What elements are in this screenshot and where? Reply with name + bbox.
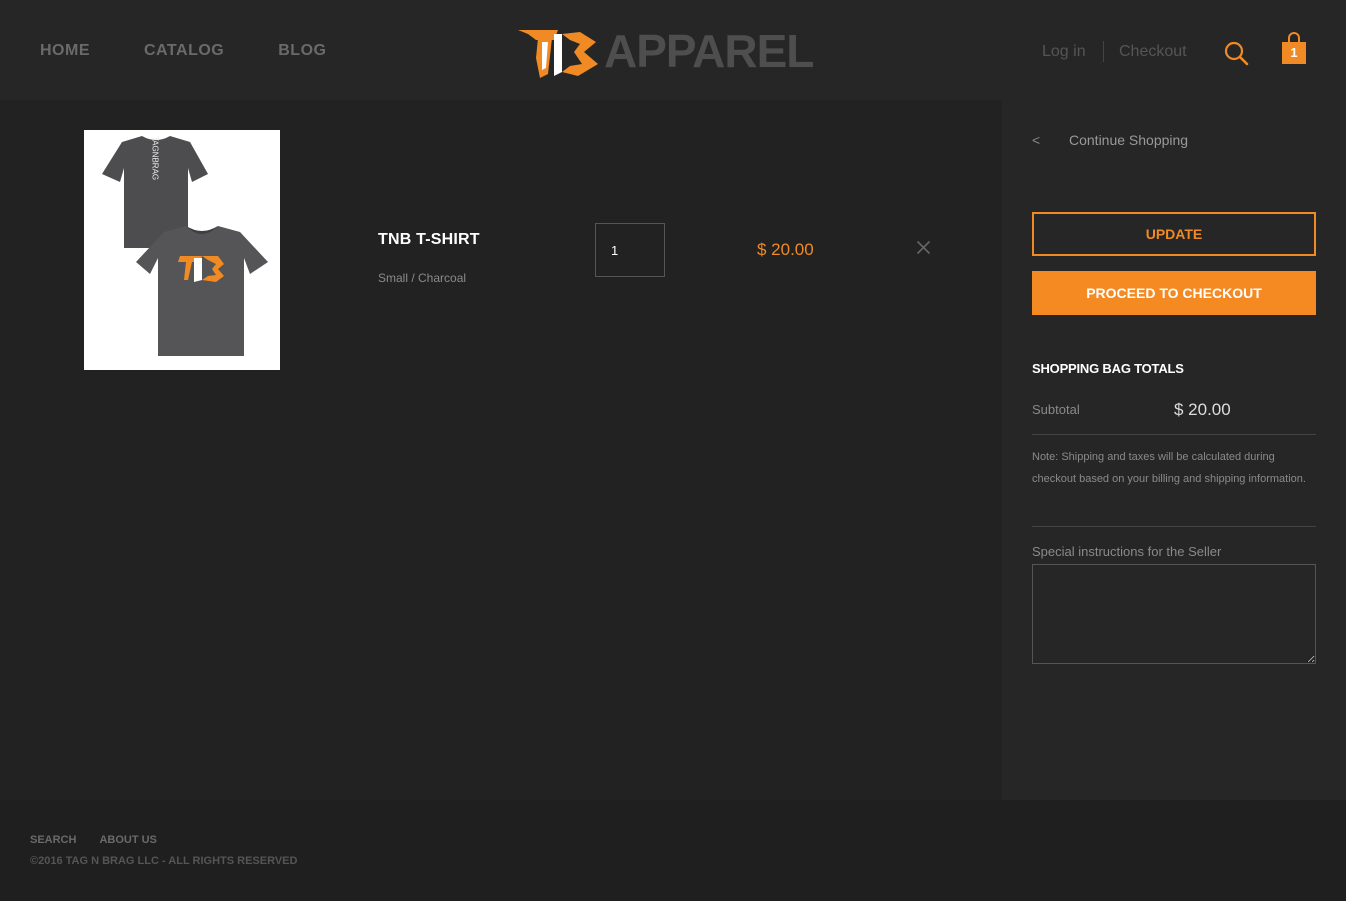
proceed-to-checkout-button[interactable]: PROCEED TO CHECKOUT [1032, 271, 1316, 315]
nav-home[interactable]: HOME [40, 42, 90, 60]
special-instructions-textarea[interactable] [1032, 564, 1316, 664]
footer-search-link[interactable]: SEARCH [30, 834, 76, 846]
site-header: HOME CATALOG BLOG APPAREL Log in Checkou… [0, 0, 1346, 100]
footer-links: SEARCH ABOUT US [30, 834, 157, 846]
continue-shopping-label: Continue Shopping [1069, 132, 1189, 148]
totals-heading: SHOPPING BAG TOTALS [1032, 361, 1184, 376]
special-instructions-label: Special instructions for the Seller [1032, 544, 1222, 559]
subtotal-label: Subtotal [1032, 402, 1080, 417]
remove-item-icon[interactable] [916, 240, 931, 255]
logo-wordmark: APPAREL [604, 25, 814, 77]
divider [1032, 526, 1316, 527]
product-image[interactable]: TAGNBRAG [84, 130, 280, 370]
subtotal-value: $ 20.00 [1174, 400, 1231, 419]
continue-shopping-link[interactable]: < Continue Shopping [1032, 132, 1188, 148]
product-title[interactable]: TNB T-SHIRT [378, 231, 480, 249]
chevron-left-icon: < [1032, 132, 1041, 148]
copyright-text: ©2016 TAG N BRAG LLC - ALL RIGHTS RESERV… [30, 855, 298, 867]
main-nav: HOME CATALOG BLOG [40, 42, 326, 60]
nav-blog[interactable]: BLOG [278, 42, 326, 60]
update-button[interactable]: UPDATE [1032, 212, 1316, 256]
divider [1032, 434, 1316, 435]
search-icon[interactable] [1223, 40, 1249, 66]
checkout-link[interactable]: Checkout [1119, 43, 1187, 61]
footer-about-link[interactable]: ABOUT US [99, 834, 156, 846]
brand-logo[interactable]: APPAREL [518, 28, 830, 80]
shopping-bag-icon[interactable]: 1 [1282, 32, 1308, 64]
shipping-note: Note: Shipping and taxes will be calcula… [1032, 451, 1306, 485]
nav-catalog[interactable]: CATALOG [144, 42, 224, 60]
site-footer [0, 800, 1346, 901]
line-item-price: $ 20.00 [757, 240, 814, 259]
quantity-input[interactable] [595, 223, 665, 277]
tnb-logo-mark-icon [518, 30, 598, 78]
product-variant: Small / Charcoal [378, 271, 467, 285]
shirt-back-text: TAGNBRAG [151, 136, 160, 180]
cart-count-badge: 1 [1282, 42, 1306, 64]
header-divider [1103, 41, 1104, 62]
login-link[interactable]: Log in [1042, 43, 1086, 61]
